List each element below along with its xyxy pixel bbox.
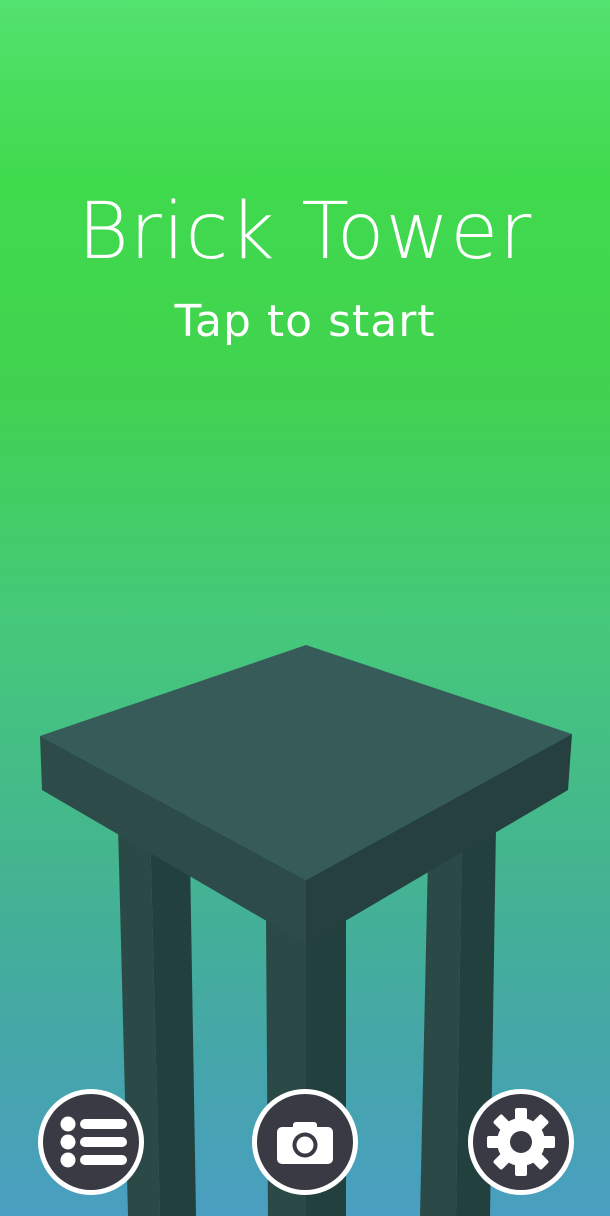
- settings-button[interactable]: [468, 1089, 574, 1195]
- leaderboard-button[interactable]: [38, 1089, 144, 1195]
- gear-icon: [487, 1108, 555, 1176]
- tap-to-start-prompt[interactable]: Tap to start: [0, 292, 610, 352]
- list-icon: [60, 1116, 127, 1168]
- camera-button[interactable]: [252, 1089, 358, 1195]
- game-title: Brick Tower: [77, 187, 533, 277]
- camera-icon: [277, 1122, 333, 1164]
